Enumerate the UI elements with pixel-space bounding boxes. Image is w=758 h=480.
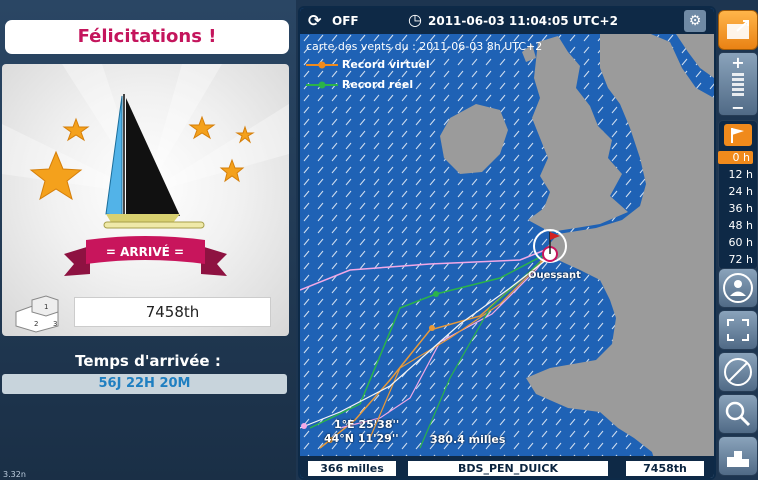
time-step-12[interactable]: 12 h xyxy=(721,168,753,181)
time-step-24[interactable]: 24 h xyxy=(721,185,753,198)
time-step-0[interactable]: 0 h xyxy=(718,151,753,164)
legend-virtual-label: Record virtuel xyxy=(341,58,430,71)
coord-latitude: 44°N 11'29'' xyxy=(324,432,399,445)
zoom-control[interactable]: + − xyxy=(718,52,758,116)
distance-label: 380.4 milles xyxy=(430,433,506,446)
legend-virtual-line xyxy=(306,61,338,69)
auto-refresh-toggle[interactable]: OFF xyxy=(332,14,359,28)
legend-real-line xyxy=(306,81,338,89)
wind-toggle-button[interactable] xyxy=(718,352,758,392)
arrival-panel: = ARRIVÉ = 2 1 3 7458th xyxy=(2,64,289,336)
zoom-in-icon[interactable]: + xyxy=(719,55,757,71)
arrival-illustration: = ARRIVÉ = 2 1 3 xyxy=(2,64,289,333)
podium-small-icon xyxy=(727,451,749,467)
no-wind-icon xyxy=(724,358,752,386)
export-button[interactable] xyxy=(718,10,758,50)
podium-third: 3 xyxy=(53,320,57,328)
coord-longitude: 1°E 25'38'' xyxy=(334,418,400,431)
friends-button[interactable] xyxy=(718,268,758,308)
distance-display: 366 milles xyxy=(308,461,396,476)
clock-icon: ◷ xyxy=(408,10,422,29)
zoom-out-icon[interactable]: − xyxy=(719,100,757,116)
users-icon xyxy=(723,273,753,303)
time-step-48[interactable]: 48 h xyxy=(721,219,753,232)
track-point xyxy=(433,291,439,297)
search-icon xyxy=(725,401,751,427)
track-point xyxy=(301,423,307,429)
right-toolbar: + − 0 h 12 h 24 h 36 h 48 h 60 h 72 h xyxy=(716,0,758,480)
arrival-time-value: 56J 22H 20M xyxy=(2,374,287,394)
fullscreen-button[interactable] xyxy=(718,310,758,350)
export-icon xyxy=(727,20,749,39)
podium-icon: 2 1 3 xyxy=(15,295,59,333)
map-datetime: 2011-06-03 11:04:05 UTC+2 xyxy=(428,14,618,28)
flag-icon xyxy=(731,128,744,143)
flag-time-icon[interactable] xyxy=(724,124,752,146)
left-panel: Félicitations ! = ARRIVÉ = 2 1 3 7458th … xyxy=(0,0,296,480)
race-map[interactable]: ⟳ OFF ◷ 2011-06-03 11:04:05 UTC+2 ⚙ cart… xyxy=(298,6,716,480)
time-selector[interactable]: 0 h 12 h 24 h 36 h 48 h 60 h 72 h xyxy=(718,120,758,270)
podium-first: 1 xyxy=(44,303,48,311)
track-point xyxy=(429,325,435,331)
arrival-time-label: Temps d'arrivée : xyxy=(75,352,221,370)
time-step-60[interactable]: 60 h xyxy=(721,236,753,249)
ranking-button[interactable] xyxy=(718,436,758,476)
zoom-level-icon xyxy=(732,73,744,96)
search-button[interactable] xyxy=(718,394,758,434)
legend-real-record: Record réel xyxy=(306,78,413,91)
settings-icon[interactable]: ⚙ xyxy=(684,10,706,32)
place-label: Ouessant xyxy=(528,270,581,281)
fullscreen-icon xyxy=(727,319,749,341)
wind-map-date: carte des vents du : 2011-06-03 8h UTC+2 xyxy=(306,40,543,53)
legend-virtual-record: Record virtuel xyxy=(306,58,430,71)
svg-text:= ARRIVÉ =: = ARRIVÉ = xyxy=(106,244,184,259)
version-label: 3.32n xyxy=(3,470,26,479)
refresh-icon[interactable]: ⟳ xyxy=(308,11,321,30)
arrived-badge: ARRIVÉ xyxy=(120,244,170,259)
map-top-bar: ⟳ OFF ◷ 2011-06-03 11:04:05 UTC+2 ⚙ xyxy=(300,8,714,34)
time-step-72[interactable]: 72 h xyxy=(721,253,753,266)
rank-display: 7458th xyxy=(74,297,271,327)
boat-name-display: BDS_PEN_DUICK xyxy=(408,461,608,476)
map-bottom-bar: 366 milles BDS_PEN_DUICK 7458th xyxy=(300,456,714,478)
time-step-36[interactable]: 36 h xyxy=(721,202,753,215)
congrats-title: Félicitations ! xyxy=(5,20,289,54)
rank-bottom-display: 7458th xyxy=(626,461,704,476)
legend-real-label: Record réel xyxy=(341,78,414,91)
podium-second: 2 xyxy=(34,320,38,328)
